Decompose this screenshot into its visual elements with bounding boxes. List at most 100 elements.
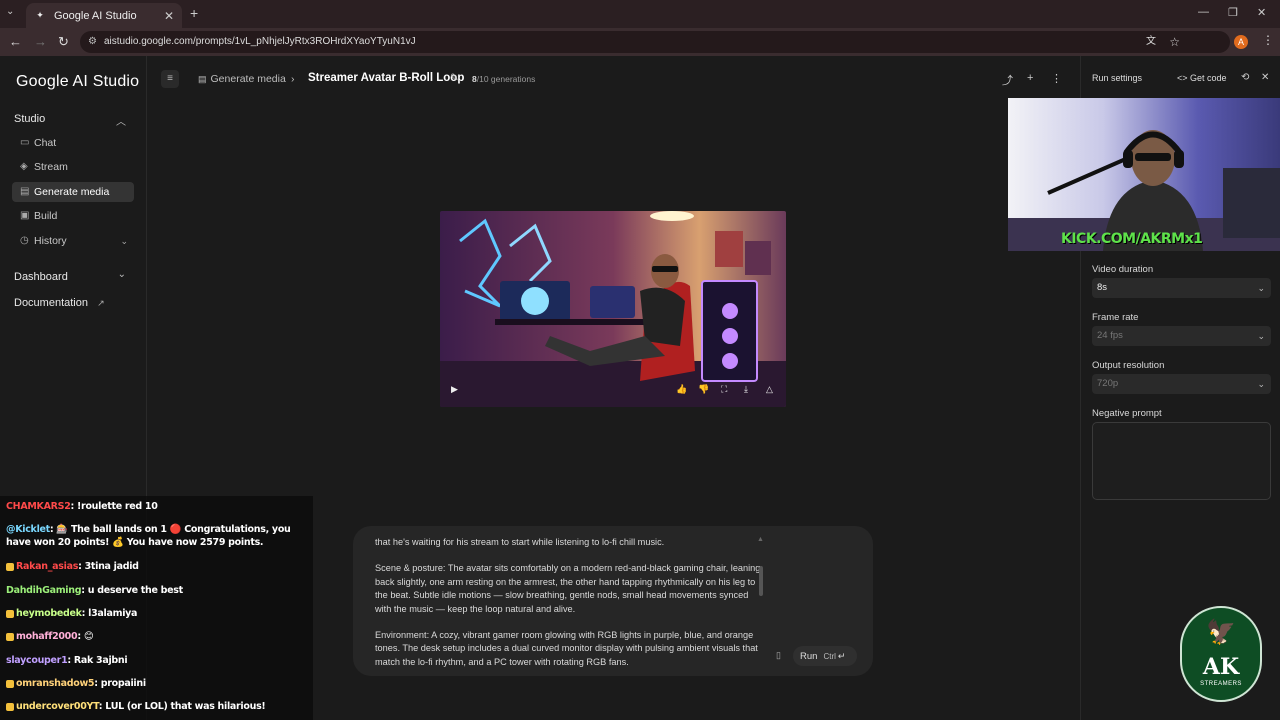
get-code-button[interactable]: <> Get code bbox=[1177, 73, 1227, 83]
build-icon: ▣ bbox=[20, 210, 30, 221]
frame-rate-select[interactable]: 24 fps ⌄ bbox=[1092, 326, 1271, 346]
sidebar-section-dashboard[interactable]: Dashboard bbox=[14, 271, 68, 283]
chat-message: heymobedek: l3alamiya bbox=[6, 607, 306, 620]
translate-icon[interactable]: 文 bbox=[1146, 31, 1156, 53]
history-icon: ◷ bbox=[20, 235, 29, 246]
header: ≡ ▤ Generate media › Streamer Avatar B-Ro… bbox=[147, 56, 1079, 102]
prompt-paragraph: that he's waiting for his stream to star… bbox=[375, 537, 665, 547]
chat-text: : LUL (or LOL) that was hilarious! bbox=[98, 701, 266, 712]
badge-icon bbox=[6, 702, 14, 711]
chevron-down-icon: ⌄ bbox=[1257, 379, 1265, 389]
breadcrumb[interactable]: ▤ Generate media bbox=[198, 73, 286, 85]
run-settings-title: Run settings bbox=[1092, 73, 1143, 83]
chevron-up-icon[interactable]: ︿ bbox=[116, 113, 126, 128]
generated-video-player[interactable] bbox=[440, 211, 786, 407]
sidebar-section-studio[interactable]: Studio bbox=[14, 113, 45, 125]
chat-message: slaycouper1: Rak 3ajbni bbox=[6, 654, 306, 667]
frame-rate-label: Frame rate bbox=[1092, 312, 1139, 323]
thumbs-down-icon[interactable]: 👎 bbox=[698, 384, 709, 395]
chevron-right-icon: › bbox=[291, 73, 295, 85]
sidebar-item-label: Build bbox=[34, 210, 58, 222]
page-title: Streamer Avatar B-Roll Loop bbox=[308, 72, 465, 84]
restore-icon[interactable]: ❐ bbox=[1228, 6, 1238, 19]
chat-message: mohaff2000: 😊 bbox=[6, 630, 306, 643]
close-window-icon[interactable]: ✕ bbox=[1257, 6, 1266, 19]
sidebar-item-label: Chat bbox=[34, 137, 57, 149]
chevron-down-icon[interactable]: ⌄ bbox=[118, 269, 126, 280]
chat-message: CHAMKARS2: !roulette red 10 bbox=[6, 500, 306, 513]
more-options-icon[interactable]: ⋮ bbox=[1051, 72, 1062, 85]
video-frame-image bbox=[440, 211, 786, 407]
chat-user: undercover00YT bbox=[16, 701, 99, 712]
media-icon: ▤ bbox=[20, 186, 30, 197]
chat-text: : u deserve the best bbox=[81, 585, 183, 596]
forward-icon[interactable]: → bbox=[34, 34, 47, 49]
sidebar-item-label: Stream bbox=[34, 161, 68, 173]
url-field[interactable]: ⚙ aistudio.google.com/prompts/1vL_pNhjel… bbox=[80, 31, 1230, 53]
add-icon[interactable]: + bbox=[1027, 72, 1033, 84]
close-tab-icon[interactable]: ✕ bbox=[164, 9, 174, 23]
negative-prompt-input[interactable] bbox=[1092, 422, 1271, 500]
fullscreen-icon[interactable]: ⛶ bbox=[721, 384, 727, 395]
prompt-text[interactable]: that he's waiting for his stream to star… bbox=[375, 536, 761, 682]
chat-user: Rakan_asias bbox=[16, 561, 79, 572]
reload-icon[interactable]: ↻ bbox=[58, 34, 69, 50]
app-logo[interactable]: Google AI Studio bbox=[16, 73, 139, 91]
toggle-sidebar-icon[interactable]: ≡ bbox=[161, 70, 179, 88]
video-duration-select[interactable]: 8s ⌄ bbox=[1092, 278, 1271, 298]
chat-text: : propaiini bbox=[94, 678, 146, 689]
drive-icon[interactable]: △ bbox=[766, 384, 773, 395]
bookmark-star-icon[interactable]: ☆ bbox=[1169, 31, 1180, 53]
video-duration-label: Video duration bbox=[1092, 264, 1154, 275]
play-icon[interactable]: ▶ bbox=[451, 384, 458, 395]
profile-avatar[interactable]: A bbox=[1234, 35, 1248, 49]
chat-user: omranshadow5 bbox=[16, 678, 95, 689]
scroll-up-icon[interactable]: ▲ bbox=[757, 536, 764, 543]
prompt-paragraph: Environment: A cozy, vibrant gamer room … bbox=[375, 630, 758, 667]
negative-prompt-label: Negative prompt bbox=[1092, 408, 1162, 419]
thumbs-up-icon[interactable]: 👍 bbox=[676, 384, 687, 395]
browser-tab[interactable]: ✦ Google AI Studio ✕ bbox=[26, 3, 182, 28]
output-resolution-value: 720p bbox=[1097, 378, 1119, 389]
new-tab-icon[interactable]: + bbox=[190, 5, 198, 21]
chat-text: : 3tina jadid bbox=[78, 561, 139, 572]
breadcrumb-label: Generate media bbox=[210, 73, 286, 85]
generation-total: /10 generations bbox=[476, 74, 536, 84]
chevron-down-icon: ⌄ bbox=[1257, 331, 1265, 341]
enter-key-icon: ↵ bbox=[837, 651, 846, 661]
sidebar-item-history[interactable]: ◷ History ⌄ bbox=[12, 231, 134, 251]
attach-file-icon[interactable]: ▯ bbox=[776, 650, 781, 661]
chat-user: mohaff2000 bbox=[16, 631, 78, 642]
tab-search-icon[interactable]: ⌄ bbox=[6, 6, 14, 17]
minimize-icon[interactable]: — bbox=[1198, 6, 1209, 18]
share-icon[interactable]: ⤴ bbox=[1002, 72, 1013, 88]
prompt-input[interactable]: that he's waiting for his stream to star… bbox=[353, 526, 873, 676]
run-button[interactable]: Run Ctrl ↵ bbox=[793, 646, 857, 666]
sidebar-item-stream[interactable]: ◈ Stream bbox=[12, 157, 134, 177]
reset-settings-icon[interactable]: ⟲ bbox=[1241, 72, 1249, 83]
chat-user: DahdihGaming bbox=[6, 585, 82, 596]
back-icon[interactable]: ← bbox=[9, 34, 22, 49]
prompt-scrollbar[interactable] bbox=[759, 566, 763, 596]
webcam-image bbox=[1008, 98, 1280, 251]
sidebar-item-label: Generate media bbox=[34, 186, 110, 198]
browser-menu-icon[interactable]: ⋮ bbox=[1262, 33, 1274, 47]
sidebar-item-generate-media[interactable]: ▤ Generate media bbox=[12, 182, 134, 202]
output-resolution-select[interactable]: 720p ⌄ bbox=[1092, 374, 1271, 394]
download-icon[interactable]: ⤓ bbox=[744, 384, 748, 395]
close-panel-icon[interactable]: ✕ bbox=[1261, 72, 1269, 83]
prompt-paragraph: Scene & posture: The avatar sits comfort… bbox=[375, 563, 761, 614]
code-icon: <> bbox=[1177, 73, 1188, 83]
sidebar-item-chat[interactable]: ▭ Chat bbox=[12, 133, 134, 153]
sidebar-link-documentation[interactable]: Documentation ↗ bbox=[14, 297, 105, 309]
chat-user: heymobedek bbox=[16, 608, 82, 619]
badge-icon bbox=[6, 562, 14, 571]
edit-pencil-icon[interactable]: ✎ bbox=[450, 72, 459, 84]
sidebar-item-label: History bbox=[34, 235, 67, 247]
sidebar-item-build[interactable]: ▣ Build bbox=[12, 206, 134, 226]
site-info-icon[interactable]: ⚙ bbox=[88, 31, 97, 53]
chevron-down-icon: ⌄ bbox=[120, 236, 128, 246]
tab-title: Google AI Studio bbox=[54, 9, 137, 22]
chat-message: undercover00YT: LUL (or LOL) that was hi… bbox=[6, 700, 306, 713]
chat-message: Rakan_asias: 3tina jadid bbox=[6, 560, 306, 573]
